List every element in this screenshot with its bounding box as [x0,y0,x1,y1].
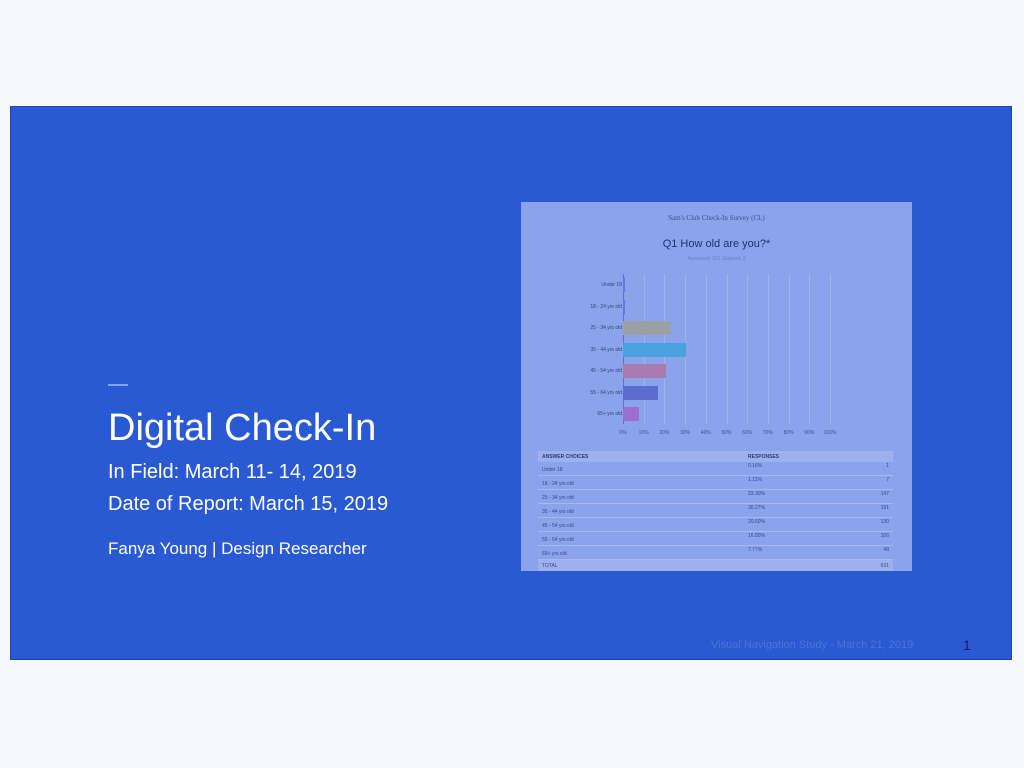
bar [623,342,686,357]
category-label: 45 - 54 yrs old [590,368,622,374]
table-row: 45 - 54 yrs old 20.60% 130 [538,518,893,532]
answer-choice: 65+ yrs old [542,551,567,557]
page-number: 1 [963,637,971,653]
gridline [747,274,749,424]
response-percent: 20.60% [748,519,765,525]
bar [623,407,640,421]
response-count: 49 [883,547,889,553]
x-tick-label: 50% [721,430,732,436]
slide-title: Digital Check-In [108,407,377,449]
header-answer-choices: ANSWER CHOICES [542,454,589,460]
response-count: 7 [886,477,889,483]
gridline [767,274,769,424]
response-percent: 23.30% [748,491,765,497]
x-tick-label: 80% [783,430,794,436]
answer-choice: 35 - 44 yrs old [542,509,574,515]
category-label: 65+ yrs old [597,411,622,417]
gridline [788,274,790,424]
gridline [705,274,707,424]
x-tick-label: 70% [762,430,773,436]
bar [623,321,672,335]
age-bar-chart: 0% 10% 20% 30% 40% 50% 60% 70% 80% 90% 100% Under 1… [521,202,912,442]
report-date: Date of Report: March 15, 2019 [108,493,389,515]
response-count: 191 [880,505,889,511]
responses-table: ANSWER CHOICES RESPONSES Under 18 0.16% 1 1… [538,451,893,571]
in-field-dates: In Field: March 11- 14, 2019 [108,461,357,483]
category-label: 18 - 24 yrs old [590,303,622,310]
gridline [726,274,728,424]
response-count: 106 [880,533,889,539]
table-total-row: TOTAL 631 [538,560,893,571]
x-tick-label: 60% [742,430,753,436]
title-slide: Digital Check-In In Field: March 11- 14,… [10,106,1012,660]
bar [623,385,658,400]
bar [623,278,625,292]
answer-choice: 45 - 54 yrs old [542,523,574,529]
x-tick-label: 100% [823,430,837,436]
category-label: 35 - 44 yrs old [590,346,622,353]
footer-text: Visual Navigation Study - March 21, 2019 [711,639,914,651]
category-label: 55 - 64 yrs old [590,389,622,396]
response-percent: 30.27% [748,505,765,511]
answer-choice: 25 - 34 yrs old [542,495,574,501]
category-label: Under 18 [601,282,622,288]
table-row: 35 - 44 yrs old 30.27% 191 [538,504,893,518]
table-row: 18 - 24 yrs old 1.11% 7 [538,476,893,490]
answer-choice: 55 - 64 yrs old [542,537,574,543]
response-count: 1 [886,463,889,469]
table-header: ANSWER CHOICES RESPONSES [538,451,893,462]
header-responses: RESPONSES [748,454,780,460]
table-row: 65+ yrs old 7.77% 49 [538,546,893,560]
table-row: 25 - 34 yrs old 23.30% 147 [538,490,893,504]
total-value: 631 [880,563,889,569]
answer-choice: 18 - 24 yrs old [542,481,574,487]
response-percent: 16.80% [748,533,765,539]
x-tick-label: 0% [619,430,627,436]
response-count: 147 [880,491,889,497]
response-percent: 7.77% [748,547,763,553]
table-row: 55 - 64 yrs old 16.80% 106 [538,532,893,546]
x-tick-label: 10% [638,430,649,436]
survey-chart-image: Sam's Club Check-In Survey (CL) Q1 How o… [521,202,912,571]
author-line: Fanya Young | Design Researcher [108,539,367,558]
table-row: Under 18 0.16% 1 [538,462,893,476]
x-tick-label: 30% [680,430,691,436]
bar [623,364,666,378]
total-label: TOTAL [542,563,558,569]
answer-choice: Under 18 [542,467,563,473]
x-tick-label: 40% [700,430,711,436]
gridline [830,274,831,424]
gridline [809,274,811,424]
x-tick-label: 90% [804,430,815,436]
accent-line [108,384,128,386]
response-percent: 1.11% [748,477,762,483]
response-count: 130 [880,519,889,525]
category-label: 25 - 34 yrs old [590,325,622,331]
response-percent: 0.16% [748,463,763,469]
x-tick-label: 20% [659,430,670,436]
bar [623,299,626,314]
